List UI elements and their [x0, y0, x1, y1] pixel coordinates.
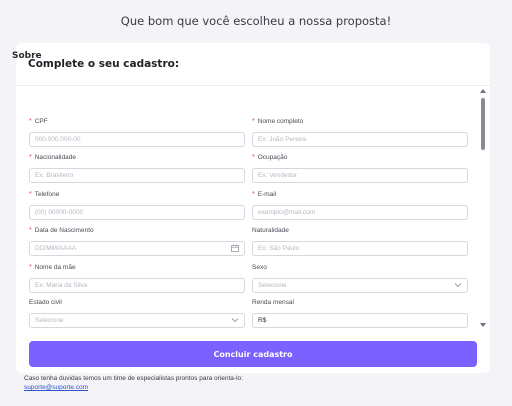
renda-field: Renda mensal R$	[252, 298, 468, 328]
mae-field: * Nome da mãe Ex: Maria da Silva	[29, 263, 245, 293]
nascimento-label: Data de Nascimento	[34, 227, 94, 234]
naturalidade-label: Naturalidade	[252, 227, 289, 234]
telefone-input[interactable]: (00) 00000-0000	[29, 205, 245, 220]
ocupacao-input[interactable]: Ex: Vendedor	[252, 168, 468, 183]
mae-input[interactable]: Ex: Maria da Silva	[29, 278, 245, 293]
scroll-down-arrow-icon[interactable]	[480, 322, 486, 328]
sexo-field: Sexo Selecione	[252, 263, 468, 293]
required-mark: *	[29, 118, 32, 125]
renda-label: Renda mensal	[252, 299, 294, 306]
sexo-label: Sexo	[252, 264, 267, 271]
cpf-input[interactable]: 000.000.000-00	[29, 132, 245, 147]
page-headline: Que bom que você escolheu a nossa propos…	[120, 14, 392, 28]
sexo-placeholder: Selecione	[258, 282, 287, 289]
telefone-placeholder: (00) 00000-0000	[35, 209, 84, 216]
chevron-down-icon	[231, 317, 239, 325]
submit-button[interactable]: Concluir cadastro	[29, 341, 477, 367]
ocupacao-placeholder: Ex: Vendedor	[258, 172, 298, 179]
form-scrollbar[interactable]	[479, 88, 487, 328]
estado-civil-select[interactable]: Selecione	[29, 313, 245, 328]
required-mark: *	[29, 264, 32, 271]
required-mark: *	[252, 118, 255, 125]
telefone-label: Telefone	[34, 191, 60, 198]
scroll-thumb[interactable]	[481, 98, 485, 150]
renda-value: R$	[258, 317, 267, 324]
naturalidade-placeholder: Ex: São Paulo	[258, 245, 300, 252]
nome-field: * Nome completo Ex: João Pereira	[252, 117, 468, 147]
support-email-link[interactable]: suporte@suporte.com	[24, 384, 88, 391]
telefone-field: * Telefone (00) 00000-0000	[29, 190, 245, 220]
naturalidade-input[interactable]: Ex: São Paulo	[252, 241, 468, 256]
nacionalidade-label: Nacionalidade	[34, 154, 76, 161]
email-label: E-mail	[257, 191, 277, 198]
email-placeholder: exemplo@mail.com	[258, 209, 316, 216]
required-mark: *	[29, 154, 32, 161]
required-mark: *	[252, 154, 255, 161]
support-text: Caso tenha duvidas temos um time de espe…	[24, 375, 243, 382]
nome-placeholder: Ex: João Pereira	[258, 136, 307, 143]
nome-input[interactable]: Ex: João Pereira	[252, 132, 468, 147]
card-header: Complete o seu cadastro:	[16, 43, 490, 86]
scroll-up-arrow-icon[interactable]	[480, 88, 486, 94]
card-title: Complete o seu cadastro:	[28, 58, 180, 70]
renda-input[interactable]: R$	[252, 313, 468, 328]
email-input[interactable]: exemplo@mail.com	[252, 205, 468, 220]
cpf-field: * CPF 000.000.000-00	[29, 117, 245, 147]
ocupacao-field: * Ocupação Ex: Vendedor	[252, 153, 468, 183]
email-field: * E-mail exemplo@mail.com	[252, 190, 468, 220]
nacionalidade-input[interactable]: Ex: Brasileiro	[29, 168, 245, 183]
nascimento-field: * Data de Nascimento DD/MM/AAAA	[29, 226, 245, 256]
required-mark: *	[29, 227, 32, 234]
chevron-down-icon	[454, 282, 462, 290]
required-mark: *	[252, 191, 255, 198]
required-mark: *	[29, 191, 32, 198]
cpf-placeholder: 000.000.000-00	[35, 136, 81, 143]
nascimento-input[interactable]: DD/MM/AAAA	[29, 241, 245, 256]
nacionalidade-field: * Nacionalidade Ex: Brasileiro	[29, 153, 245, 183]
estado-civil-label: Estado civil	[29, 299, 62, 306]
section-title: Sobre	[12, 51, 42, 61]
mae-placeholder: Ex: Maria da Silva	[35, 282, 88, 289]
ocupacao-label: Ocupação	[257, 154, 288, 161]
estado-civil-field: Estado civil Selecione	[29, 298, 245, 328]
calendar-icon[interactable]	[231, 244, 239, 254]
sexo-select[interactable]: Selecione	[252, 278, 468, 293]
nascimento-placeholder: DD/MM/AAAA	[35, 245, 77, 252]
nome-label: Nome completo	[257, 118, 304, 125]
cpf-label: CPF	[34, 118, 48, 125]
estado-civil-placeholder: Selecione	[35, 317, 64, 324]
nacionalidade-placeholder: Ex: Brasileiro	[35, 172, 74, 179]
mae-label: Nome da mãe	[34, 264, 76, 271]
naturalidade-field: Naturalidade Ex: São Paulo	[252, 226, 468, 256]
